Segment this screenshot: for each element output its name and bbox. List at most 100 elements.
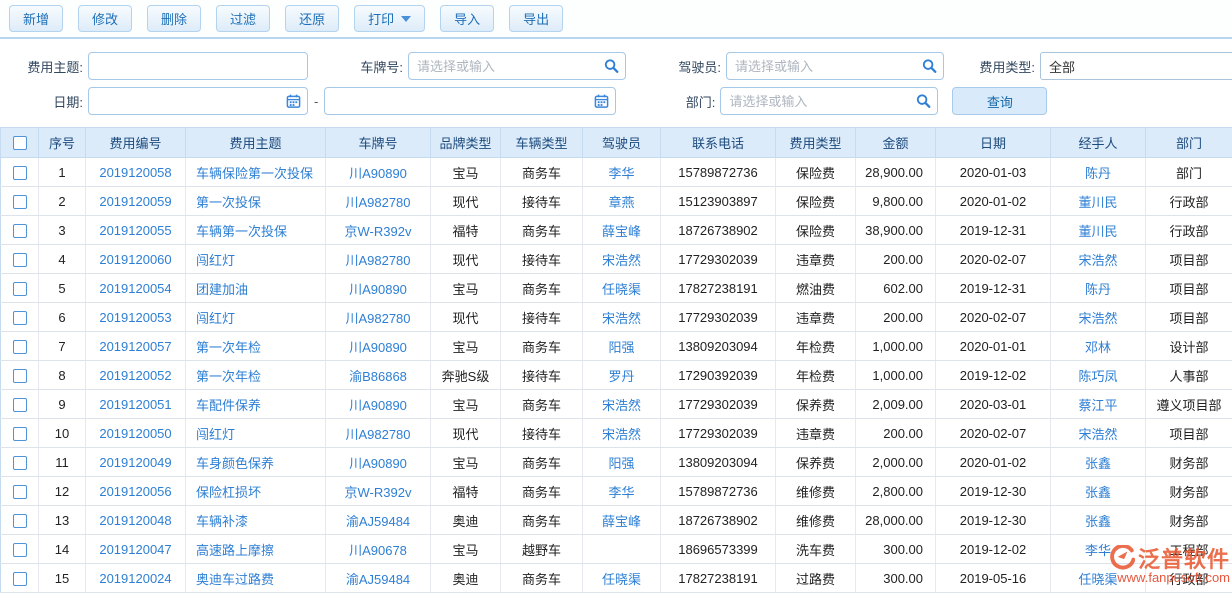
row-checkbox[interactable] <box>13 485 27 499</box>
fee-type-select[interactable]: 全部 <box>1040 52 1232 80</box>
toolbar-button-filter[interactable]: 过滤 <box>216 5 270 32</box>
cell-driver[interactable]: 任晓渠 <box>583 274 661 303</box>
cell-plate[interactable]: 川A90678 <box>326 535 431 564</box>
search-icon[interactable] <box>922 59 937 74</box>
cell-handler[interactable]: 董川民 <box>1051 216 1146 245</box>
cell-driver[interactable]: 李华 <box>583 477 661 506</box>
cell-plate[interactable]: 川A90890 <box>326 158 431 187</box>
cell-handler[interactable]: 张鑫 <box>1051 477 1146 506</box>
cell-code[interactable]: 2019120049 <box>86 448 186 477</box>
cell-driver[interactable]: 阳强 <box>583 332 661 361</box>
calendar-icon[interactable] <box>594 94 609 109</box>
cell-handler[interactable]: 张鑫 <box>1051 506 1146 535</box>
cell-handler[interactable]: 宋浩然 <box>1051 419 1146 448</box>
toolbar-button-edit[interactable]: 修改 <box>78 5 132 32</box>
cell-driver[interactable]: 薛宝峰 <box>583 506 661 535</box>
column-header[interactable]: 费用类型 <box>776 128 856 158</box>
cell-subject[interactable]: 车配件保养 <box>186 390 326 419</box>
calendar-icon[interactable] <box>286 94 301 109</box>
row-checkbox[interactable] <box>13 427 27 441</box>
cell-plate[interactable]: 渝AJ59484 <box>326 564 431 593</box>
cell-subject[interactable]: 团建加油 <box>186 274 326 303</box>
cell-handler[interactable]: 董川民 <box>1051 187 1146 216</box>
cell-handler[interactable]: 邓林 <box>1051 332 1146 361</box>
cell-code[interactable]: 2019120059 <box>86 187 186 216</box>
cell-subject[interactable]: 闯红灯 <box>186 419 326 448</box>
date-from-input[interactable] <box>88 87 308 115</box>
cell-handler[interactable]: 宋浩然 <box>1051 303 1146 332</box>
select-all-checkbox[interactable] <box>13 136 27 150</box>
row-checkbox[interactable] <box>13 369 27 383</box>
cell-driver[interactable]: 李华 <box>583 158 661 187</box>
cell-plate[interactable]: 川A982780 <box>326 419 431 448</box>
cell-handler[interactable]: 张鑫 <box>1051 448 1146 477</box>
toolbar-button-print[interactable]: 打印 <box>354 5 425 32</box>
cell-plate[interactable]: 川A90890 <box>326 274 431 303</box>
cell-driver[interactable] <box>583 535 661 564</box>
toolbar-button-add[interactable]: 新增 <box>9 5 63 32</box>
cell-driver[interactable]: 宋浩然 <box>583 419 661 448</box>
cell-code[interactable]: 2019120050 <box>86 419 186 448</box>
row-checkbox[interactable] <box>13 398 27 412</box>
cell-driver[interactable]: 宋浩然 <box>583 303 661 332</box>
cell-code[interactable]: 2019120048 <box>86 506 186 535</box>
cell-subject[interactable]: 保险杠损坏 <box>186 477 326 506</box>
column-header[interactable]: 部门 <box>1146 128 1232 158</box>
search-icon[interactable] <box>604 59 619 74</box>
cell-code[interactable]: 2019120060 <box>86 245 186 274</box>
cell-driver[interactable]: 宋浩然 <box>583 245 661 274</box>
column-header[interactable]: 车辆类型 <box>501 128 583 158</box>
toolbar-button-export[interactable]: 导出 <box>509 5 563 32</box>
cell-handler[interactable]: 任晓渠 <box>1051 564 1146 593</box>
column-header[interactable]: 驾驶员 <box>583 128 661 158</box>
cell-code[interactable]: 2019120054 <box>86 274 186 303</box>
cell-plate[interactable]: 渝B86868 <box>326 361 431 390</box>
plate-input[interactable] <box>408 52 626 80</box>
cell-handler[interactable]: 陈巧凤 <box>1051 361 1146 390</box>
cell-driver[interactable]: 薛宝峰 <box>583 216 661 245</box>
cell-driver[interactable]: 罗丹 <box>583 361 661 390</box>
column-header[interactable]: 日期 <box>936 128 1051 158</box>
cell-driver[interactable]: 宋浩然 <box>583 390 661 419</box>
row-checkbox[interactable] <box>13 340 27 354</box>
date-to-input[interactable] <box>324 87 616 115</box>
search-icon[interactable] <box>916 94 931 109</box>
cell-code[interactable]: 2019120053 <box>86 303 186 332</box>
cell-plate[interactable]: 川A90890 <box>326 448 431 477</box>
cell-plate[interactable]: 京W-R392v <box>326 477 431 506</box>
subject-input[interactable] <box>88 52 308 80</box>
cell-plate[interactable]: 川A982780 <box>326 303 431 332</box>
cell-driver[interactable]: 阳强 <box>583 448 661 477</box>
cell-subject[interactable]: 车辆保险第一次投保 <box>186 158 326 187</box>
cell-code[interactable]: 2019120056 <box>86 477 186 506</box>
cell-subject[interactable]: 奥迪车过路费 <box>186 564 326 593</box>
row-checkbox[interactable] <box>13 195 27 209</box>
dept-input[interactable] <box>720 87 938 115</box>
row-checkbox[interactable] <box>13 572 27 586</box>
cell-subject[interactable]: 闯红灯 <box>186 303 326 332</box>
cell-plate[interactable]: 川A982780 <box>326 245 431 274</box>
row-checkbox[interactable] <box>13 282 27 296</box>
row-checkbox[interactable] <box>13 311 27 325</box>
cell-code[interactable]: 2019120051 <box>86 390 186 419</box>
cell-code[interactable]: 2019120058 <box>86 158 186 187</box>
row-checkbox[interactable] <box>13 514 27 528</box>
cell-handler[interactable]: 陈丹 <box>1051 158 1146 187</box>
cell-code[interactable]: 2019120047 <box>86 535 186 564</box>
column-header[interactable]: 车牌号 <box>326 128 431 158</box>
cell-plate[interactable]: 京W-R392v <box>326 216 431 245</box>
cell-code[interactable]: 2019120024 <box>86 564 186 593</box>
cell-driver[interactable]: 任晓渠 <box>583 564 661 593</box>
row-checkbox[interactable] <box>13 253 27 267</box>
cell-subject[interactable]: 车辆补漆 <box>186 506 326 535</box>
row-checkbox[interactable] <box>13 543 27 557</box>
cell-subject[interactable]: 车辆第一次投保 <box>186 216 326 245</box>
cell-subject[interactable]: 车身颜色保养 <box>186 448 326 477</box>
column-header[interactable]: 费用编号 <box>86 128 186 158</box>
column-header[interactable]: 联系电话 <box>661 128 776 158</box>
cell-driver[interactable]: 章燕 <box>583 187 661 216</box>
cell-code[interactable]: 2019120052 <box>86 361 186 390</box>
row-checkbox[interactable] <box>13 224 27 238</box>
cell-subject[interactable]: 高速路上摩擦 <box>186 535 326 564</box>
cell-plate[interactable]: 渝AJ59484 <box>326 506 431 535</box>
